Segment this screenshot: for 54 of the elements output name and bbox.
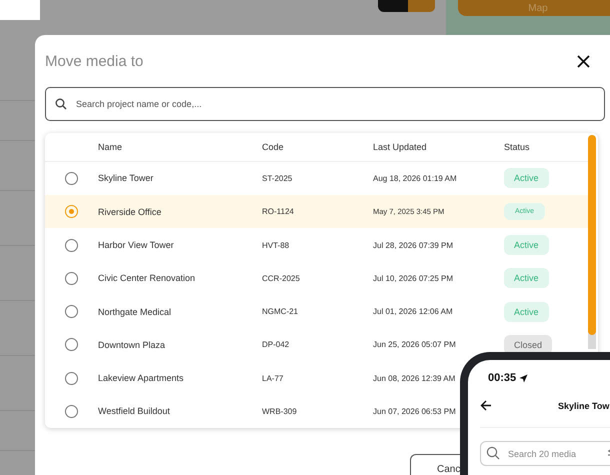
updated-date: Jun 08, 2026 12:39 AM xyxy=(373,374,456,383)
column-header: Last Updated xyxy=(373,142,428,152)
updated-date: Jul 01, 2026 12:06 AM xyxy=(373,307,453,316)
updated-date: Jun 07, 2026 06:53 PM xyxy=(373,406,456,416)
updated-date: Jun 25, 2026 05:07 PM xyxy=(373,340,456,350)
status-time: 00:35 xyxy=(488,372,610,384)
back-arrow-icon[interactable] xyxy=(480,400,492,411)
updated-date: Jul 10, 2026 07:25 PM xyxy=(373,274,454,283)
status-badge: Active xyxy=(504,302,549,322)
status-badge: Closed xyxy=(504,334,552,355)
location-arrow-icon xyxy=(519,374,528,382)
project-name: Lakeview Apartments xyxy=(98,373,184,384)
project-name: Riverside Office xyxy=(98,206,162,217)
scrollbar[interactable] xyxy=(588,135,596,349)
radio-button[interactable] xyxy=(65,372,78,385)
updated-date: Jul 28, 2026 07:39 PM xyxy=(373,240,454,250)
status-badge: Active xyxy=(504,268,549,288)
header-block xyxy=(0,0,40,20)
radio-button[interactable] xyxy=(65,272,78,285)
radio-button[interactable] xyxy=(65,338,78,352)
column-header: Code xyxy=(262,142,285,152)
media-search-field[interactable]: Search 20 media xyxy=(480,441,610,466)
radio-button[interactable] xyxy=(65,205,78,218)
cancel-button[interactable]: Canc xyxy=(410,454,460,475)
project-name: Downtown Plaza xyxy=(98,340,166,350)
radio-button[interactable] xyxy=(65,238,78,252)
project-code: WRB-309 xyxy=(262,406,297,416)
project-name: Harbor View Tower xyxy=(98,240,174,250)
project-name: Northgate Medical xyxy=(98,306,172,317)
project-code: NGMC-21 xyxy=(262,307,298,316)
dialog-title: Move media to xyxy=(45,52,144,70)
project-code: DP-042 xyxy=(262,340,290,350)
column-header: Name xyxy=(98,142,124,152)
close-icon xyxy=(576,54,590,68)
project-code: RO-1124 xyxy=(262,207,294,216)
radio-button[interactable] xyxy=(65,172,78,185)
status-badge: Active xyxy=(504,168,549,188)
updated-date: Aug 18, 2026 01:19 AM xyxy=(373,174,457,183)
project-code: HVT-88 xyxy=(262,240,290,250)
radio-button[interactable] xyxy=(65,305,78,318)
status-badge: Active xyxy=(504,235,549,256)
phone-title: Skyline Tow xyxy=(558,400,610,410)
column-header: Status xyxy=(504,142,531,152)
project-code: CCR-2025 xyxy=(262,274,300,283)
project-name: Skyline Tower xyxy=(98,173,154,184)
radio-button[interactable] xyxy=(65,404,78,418)
search-icon xyxy=(486,446,500,460)
search-field[interactable]: Search project name or code,... xyxy=(45,87,605,121)
search-icon xyxy=(55,98,67,110)
project-code: LA-77 xyxy=(262,374,284,383)
project-code: ST-2025 xyxy=(262,174,292,183)
toolbar-button[interactable] xyxy=(378,0,410,12)
project-name: Westfield Buildout xyxy=(98,406,170,416)
project-name: Civic Center Renovation xyxy=(98,273,196,284)
